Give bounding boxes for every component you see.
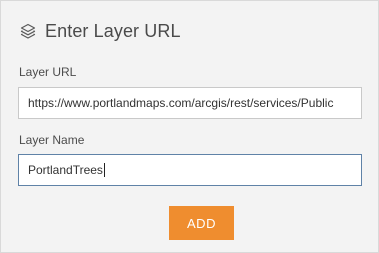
text-caret	[103, 163, 105, 177]
layer-url-input[interactable]: https://www.portlandmaps.com/arcgis/rest…	[18, 87, 362, 119]
layers-icon	[19, 22, 37, 40]
layer-name-input[interactable]: PortlandTrees	[18, 154, 362, 186]
layer-url-value: https://www.portlandmaps.com/arcgis/rest…	[28, 96, 334, 110]
panel-title: Enter Layer URL	[45, 20, 181, 41]
panel-header: Enter Layer URL	[19, 18, 181, 44]
layer-name-value: PortlandTrees	[28, 163, 103, 177]
layer-name-label: Layer Name	[19, 133, 85, 147]
add-layer-panel: Enter Layer URL Layer URL https://www.po…	[0, 0, 379, 253]
add-button[interactable]: ADD	[169, 206, 234, 240]
layer-url-label: Layer URL	[19, 65, 77, 79]
